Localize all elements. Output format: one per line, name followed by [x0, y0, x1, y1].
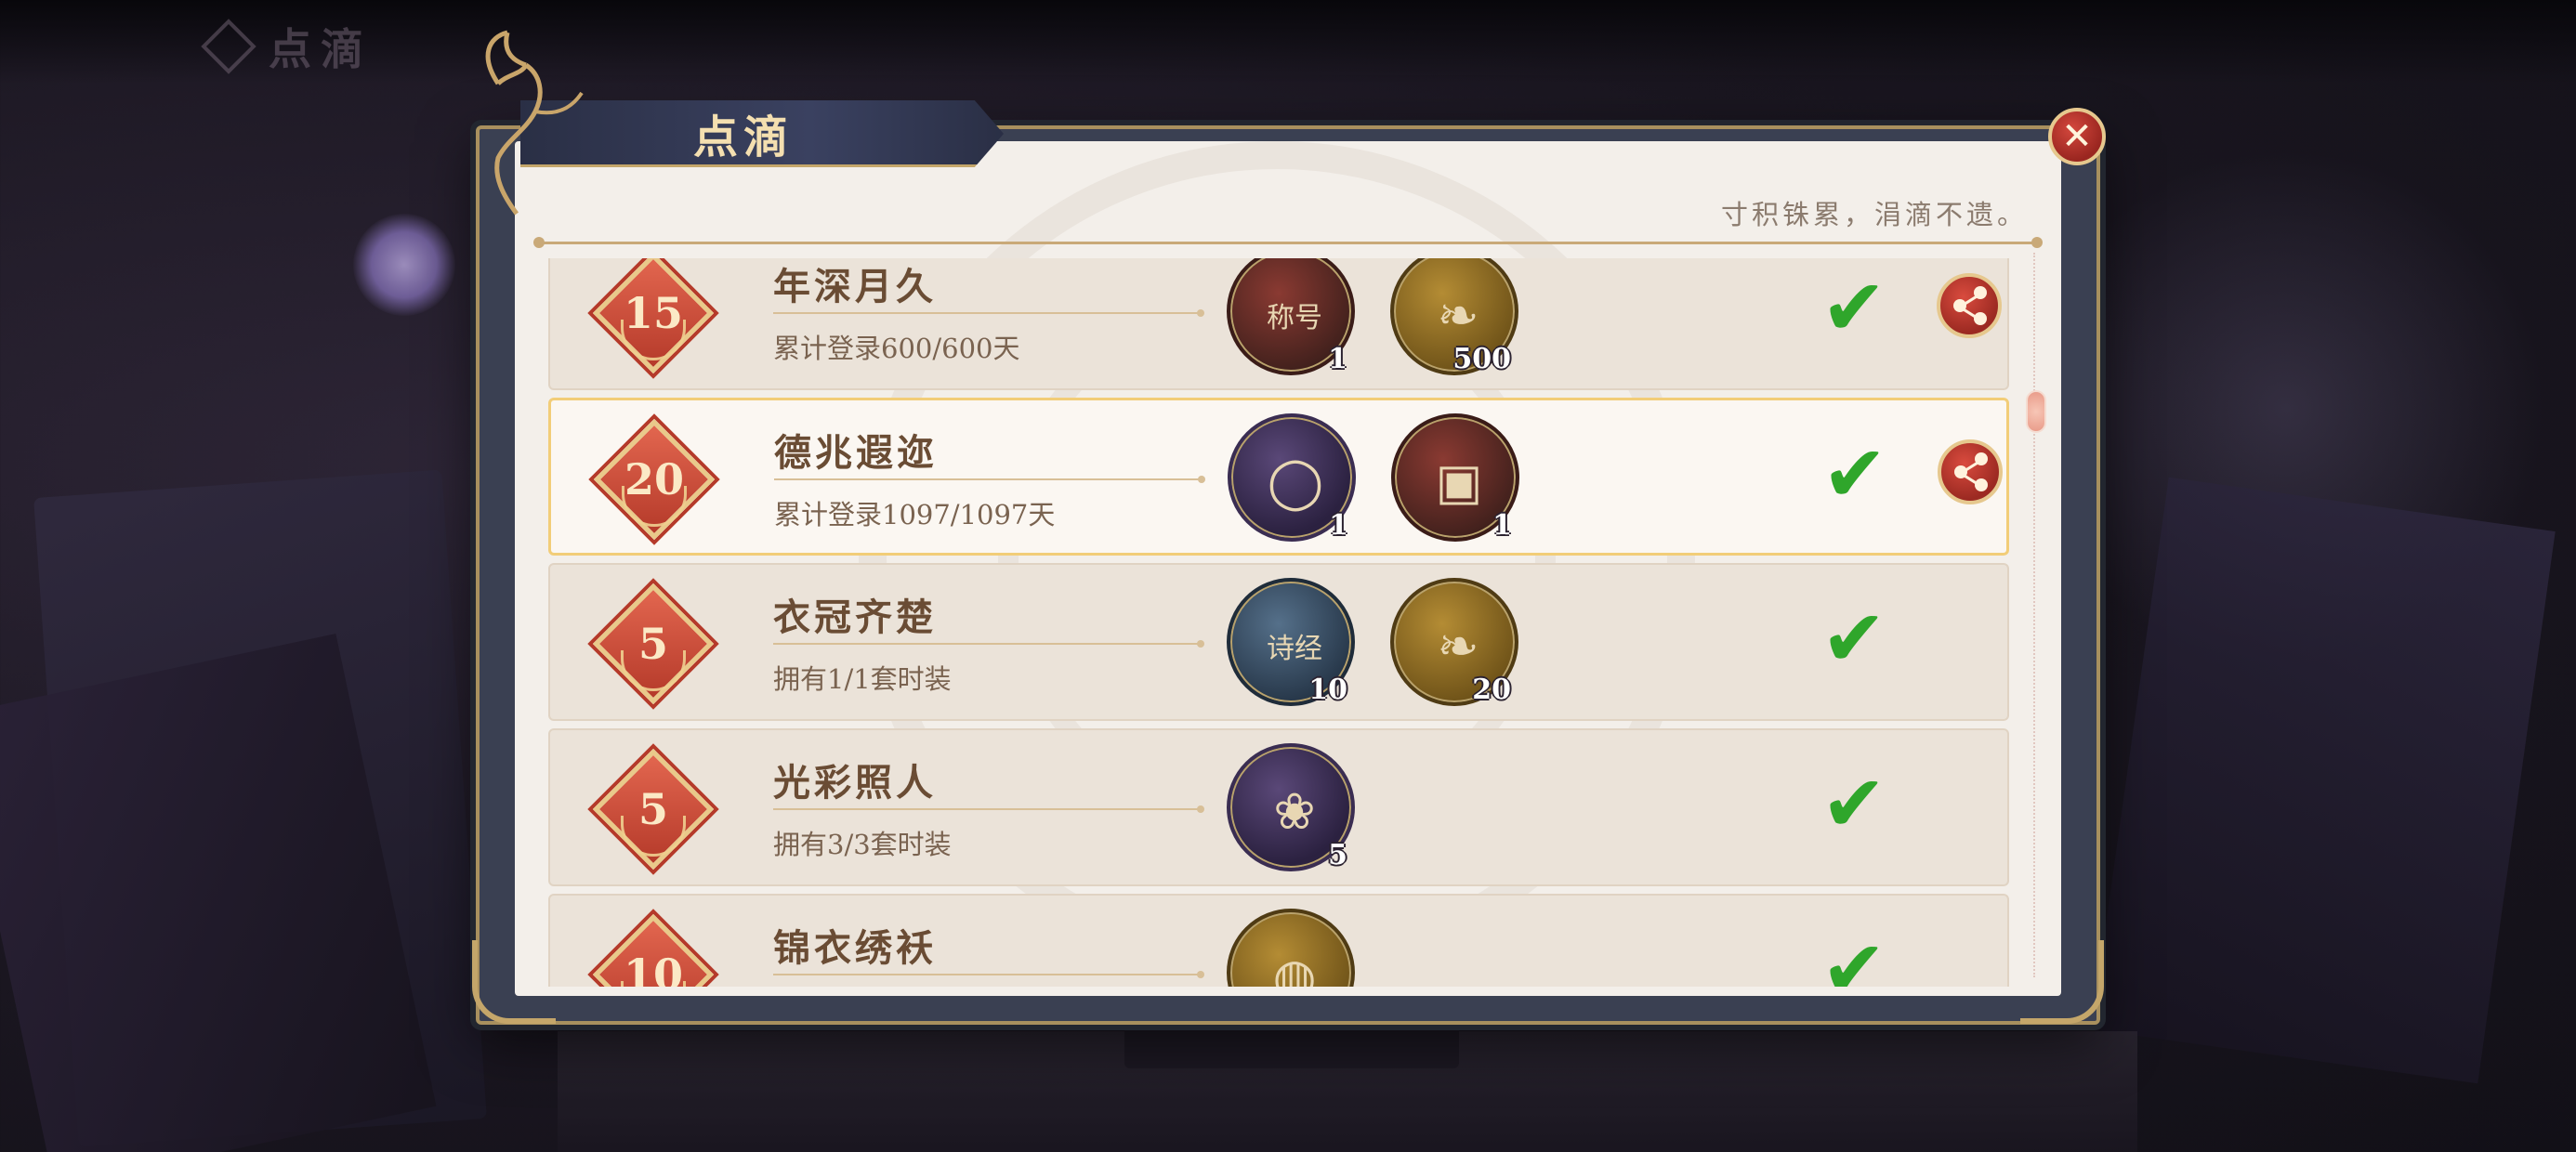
achievement-title: 德兆遐迩 — [774, 431, 938, 475]
reward-count: 1 — [1328, 343, 1347, 375]
reward-count: 1 — [1492, 509, 1512, 542]
achievement-title: 衣冠齐楚 — [773, 596, 937, 639]
reward-item[interactable]: ❧ 20 — [1390, 578, 1518, 706]
completed-check-icon: ✔ — [1820, 758, 1887, 849]
reward-count: 10 — [1308, 674, 1347, 706]
reward-count: 20 — [1472, 674, 1511, 706]
achievement-row[interactable]: 15 年深月久累计登录600/600天 称号 1 ❧ 500 ✔ — [548, 258, 2009, 390]
achievement-progress: 累计登录1097/1097天 — [774, 499, 1056, 530]
achievement-row[interactable]: 5 衣冠齐楚拥有1/1套时装 诗经 10 ❧ 20 ✔ — [548, 563, 2009, 721]
tier-badge-number: 20 — [624, 454, 684, 504]
achievement-progress: 拥有1/1套时装 — [773, 663, 952, 695]
reward-count: 500 — [1452, 343, 1511, 375]
reward-list: 称号 1 ❧ 500 — [1227, 258, 1518, 375]
dialog-title: 点滴 — [692, 111, 794, 164]
achievement-progress: 累计登录600/600天 — [773, 333, 1020, 364]
reward-item[interactable]: 诗经 10 — [1227, 578, 1355, 706]
reward-item[interactable]: ◯ 1 — [1228, 413, 1356, 542]
completed-check-icon: ✔ — [1820, 593, 1887, 684]
title-underline — [774, 476, 1205, 483]
background-flower — [353, 214, 455, 316]
tier-badge-number: 10 — [623, 949, 683, 987]
reward-list: ❀ 5 — [1227, 743, 1355, 871]
achievement-title: 光彩照人 — [773, 761, 937, 805]
title-underline — [773, 971, 1204, 978]
tier-badge-icon: 5 — [589, 745, 717, 873]
achievement-row[interactable]: 10 锦衣绣袄 ◍ ✔ — [548, 894, 2009, 987]
achievement-title: 年深月久 — [773, 265, 937, 308]
achievement-list[interactable]: 15 年深月久 累计登录600/600天 称号 1 ❧ 500 ✔ 20 德兆遐迩 累计登录1097… — [548, 258, 2017, 987]
tier-badge-icon: 10 — [589, 910, 717, 987]
completed-check-icon: ✔ — [1820, 262, 1887, 353]
background-bottom-bar — [1124, 1020, 1459, 1068]
reward-item[interactable]: ▣ 1 — [1391, 413, 1519, 542]
tier-badge-number: 15 — [623, 288, 683, 338]
reward-list: ◯ 1 ▣ 1 — [1228, 413, 1519, 542]
tier-badge-number: 5 — [637, 619, 668, 669]
achievement-row[interactable]: 20 德兆遐迩 累计登录1097/1097天 ◯ 1 ▣ 1 ✔ — [548, 398, 2009, 556]
achievement-title: 锦衣绣袄 — [773, 926, 937, 970]
reward-item[interactable]: ◍ — [1227, 909, 1355, 987]
background-page-title-text: 点滴 — [269, 24, 373, 74]
title-underline — [773, 640, 1204, 648]
dialog-subtitle: 寸积铢累，涓滴不遗。 — [1720, 199, 2028, 230]
completed-check-icon: ✔ — [1820, 923, 1887, 987]
close-button[interactable]: ✕ — [2048, 108, 2106, 165]
reward-item[interactable]: 称号 1 — [1227, 258, 1355, 375]
reward-count: 5 — [1328, 839, 1347, 871]
scrollbar-thumb[interactable] — [2026, 390, 2046, 433]
share-button[interactable] — [1938, 439, 2003, 504]
title-scroll-icon: 称号 — [1267, 302, 1322, 334]
dialog-panel: 寸积铢累，涓滴不遗。 15 年深月久 累计登录600/600天 称号 1 ❧ 500 ✔ 20 德… — [515, 141, 2061, 996]
title-underline — [773, 309, 1204, 317]
wreath-frame-icon: ◯ — [1267, 452, 1324, 511]
diamond-icon — [201, 19, 256, 74]
treasure-chest-icon: ▣ — [1435, 452, 1483, 511]
deer-ornament-icon — [485, 30, 584, 216]
completed-check-icon: ✔ — [1821, 428, 1888, 519]
reward-list: ◍ — [1227, 909, 1355, 987]
tier-badge-icon: 15 — [589, 258, 717, 377]
achievement-list-content: 15 年深月久 累计登录600/600天 称号 1 ❧ 500 ✔ 20 德兆遐迩 累计登录1097… — [548, 258, 2017, 987]
share-button[interactable] — [1937, 273, 2002, 338]
tier-badge-icon: 5 — [589, 580, 717, 708]
scrollbar-track[interactable] — [2033, 253, 2039, 977]
dialog-title-tab: 点滴 — [520, 100, 1004, 167]
reward-list: 诗经 10 ❧ 20 — [1227, 578, 1518, 706]
reward-count: 1 — [1329, 509, 1348, 542]
background-decor — [2091, 477, 2556, 1084]
flower-lantern-icon: ❀ — [1273, 781, 1316, 841]
reward-item[interactable]: ❀ 5 — [1227, 743, 1355, 871]
ornament-icon: ◍ — [1272, 947, 1317, 988]
tier-badge-number: 5 — [637, 784, 668, 834]
reward-item[interactable]: ❧ 500 — [1390, 258, 1518, 375]
divider — [533, 237, 2043, 248]
achievement-progress: 拥有3/3套时装 — [773, 829, 952, 860]
tier-badge-icon: 20 — [590, 415, 718, 543]
achievement-row[interactable]: 5 光彩照人 拥有3/3套时装 ❀ 5 ✔ — [548, 728, 2009, 886]
title-underline — [773, 805, 1204, 813]
